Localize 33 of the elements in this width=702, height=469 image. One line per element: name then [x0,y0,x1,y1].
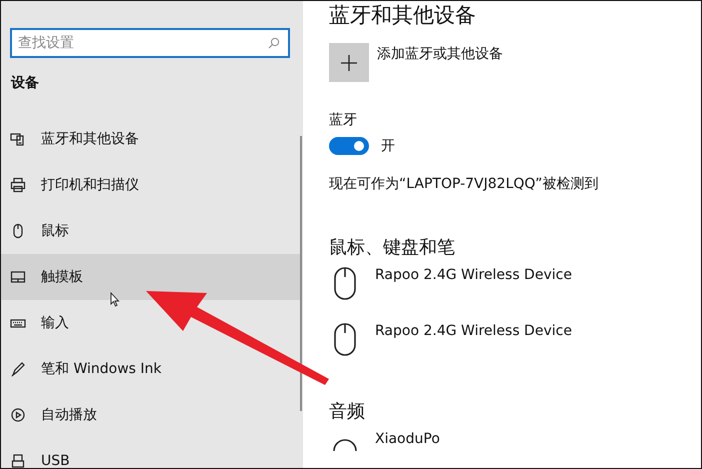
sidebar-item[interactable]: 触摸板 [1,254,301,300]
mouse-icon [333,267,357,301]
search-icon [268,37,280,49]
sidebar-item[interactable]: 蓝牙和其他设备 [1,116,301,162]
printer-icon [10,177,26,193]
sidebar-item[interactable]: 鼠标 [1,208,301,254]
device-item[interactable]: XiaoduPo [329,431,440,451]
search-field[interactable]: 查找设置 [10,28,290,58]
device-item[interactable]: Rapoo 2.4G Wireless Device [329,323,572,357]
bluetooth-toggle[interactable] [329,137,369,155]
cursor-icon [110,292,120,307]
sidebar-item[interactable]: 自动播放 [1,392,301,438]
mouse-icon [333,323,357,357]
sidebar-item[interactable]: USB [1,438,301,468]
sidebar-item[interactable]: 打印机和扫描仪 [1,162,301,208]
section-heading: 鼠标、键盘和笔 [329,236,455,259]
add-device-link[interactable]: 添加蓝牙或其他设备 [377,45,503,63]
device-item[interactable]: Rapoo 2.4G Wireless Device [329,267,572,301]
discoverable-text: 现在可作为“LAPTOP-7VJ82LQQ”被检测到 [329,175,598,193]
pen-icon [10,361,26,377]
add-device-button[interactable] [329,43,369,82]
sidebar-item[interactable]: 笔和 Windows Ink [1,346,301,392]
sidebar-item[interactable]: 输入 [1,300,301,346]
scrollbar[interactable] [300,136,302,411]
touchpad-icon [10,269,26,285]
toggle-state: 开 [381,137,395,155]
autoplay-icon [10,407,26,423]
bluetooth-label: 蓝牙 [329,111,357,129]
section-title: 设备 [11,74,40,92]
devices-icon [10,131,26,147]
page-title: 蓝牙和其他设备 [329,2,476,29]
plus-icon [340,54,358,72]
section-heading: 音频 [329,400,365,423]
